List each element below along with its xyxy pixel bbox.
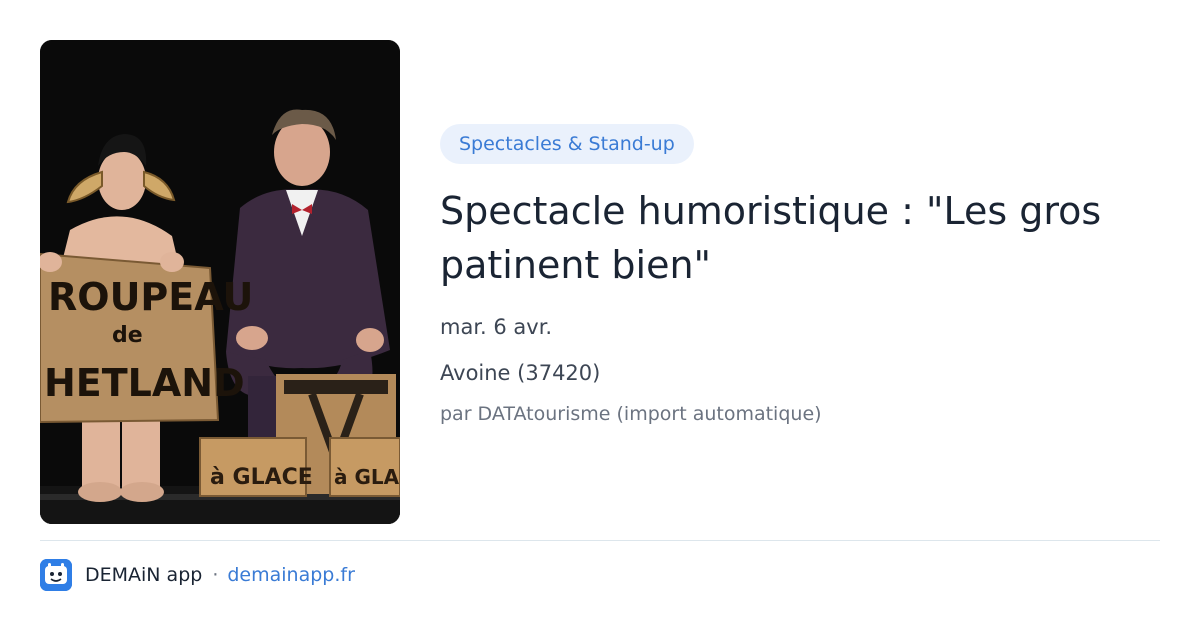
sign-line-3: HETLAND <box>44 361 245 405</box>
event-date: mar. 6 avr. <box>440 315 553 339</box>
event-title: Spectacle humoristique : "Les gros patin… <box>440 189 1102 287</box>
app-website-link[interactable]: demainapp.fr <box>227 564 355 586</box>
footer-divider <box>40 540 1160 541</box>
sign-line-2: de <box>112 323 143 348</box>
event-photo: à GLACE à GLACE ROUPEAU de HETLAND <box>40 40 400 524</box>
box-left-label: à GLACE <box>210 465 313 490</box>
app-name: DEMAiN app <box>85 564 203 586</box>
logo-glyph <box>40 559 72 591</box>
category-badge[interactable]: Spectacles & Stand-up <box>440 124 694 164</box>
demain-logo-icon <box>40 559 72 591</box>
event-source: par DATAtourisme (import automatique) <box>440 403 822 425</box>
event-location: Avoine (37420) <box>440 361 601 385</box>
event-photo-illustration: à GLACE à GLACE ROUPEAU de HETLAND <box>40 40 400 524</box>
footer: DEMAiN app · demainapp.fr <box>40 558 355 592</box>
sign-line-1: ROUPEAU <box>48 275 253 319</box>
footer-separator: · <box>212 564 219 586</box>
event-details: Spectacles & Stand-up Spectacle humorist… <box>440 124 1160 428</box>
box-right-label: à GLACE <box>334 465 400 489</box>
